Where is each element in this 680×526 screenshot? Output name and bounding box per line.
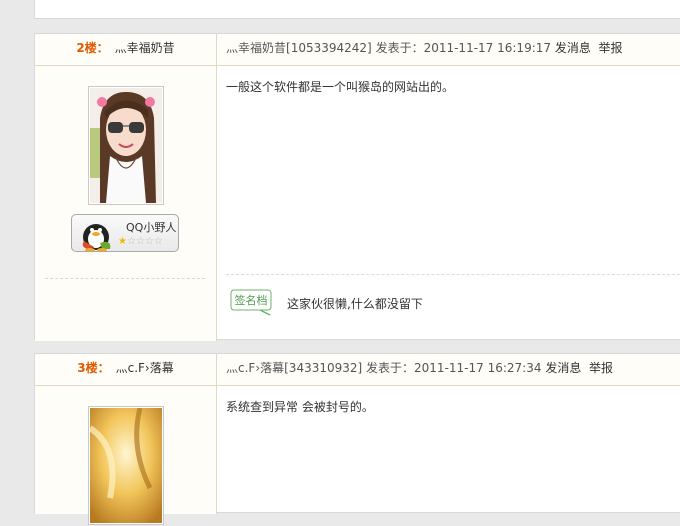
star-icon: ☆ xyxy=(153,236,163,247)
post-floor-2: 2楼： 灬幸福奶昔 灬幸福奶昔[1053394242] 发表于：2011-11-1… xyxy=(34,33,680,341)
post-time: 发表于：2011-11-17 16:27:34 xyxy=(366,361,542,375)
post-author-cell: 3楼： 灬c.F›落幕 xyxy=(35,354,217,385)
post-meta: 灬c.F›落幕[343310932] 发表于：2011-11-17 16:27:… xyxy=(226,354,613,383)
post-meta: 灬幸福奶昔[1053394242] 发表于：2011-11-17 16:19:1… xyxy=(226,34,623,63)
post-time: 发表于：2011-11-17 16:19:17 xyxy=(375,41,552,55)
star-icon: ☆ xyxy=(135,236,145,247)
avatar-image xyxy=(90,88,162,203)
signature-divider xyxy=(226,274,680,275)
post-content: 系统查到异常 会被封号的。 xyxy=(226,400,374,414)
post-content: 一般这个软件都是一个叫猴岛的网站出的。 xyxy=(226,80,455,94)
post-header: 2楼： 灬幸福奶昔 灬幸福奶昔[1053394242] 发表于：2011-11-1… xyxy=(35,34,680,66)
star-rating: ★☆☆☆☆ xyxy=(118,236,163,247)
meta-username[interactable]: 灬幸福奶昔 xyxy=(226,41,286,55)
author-name[interactable]: 灬幸福奶昔 xyxy=(115,41,175,55)
star-icon: ★ xyxy=(118,236,127,247)
report-link[interactable]: 举报 xyxy=(599,41,623,55)
post-floor-3: 3楼： 灬c.F›落幕 灬c.F›落幕[343310932] 发表于：2011-1… xyxy=(34,353,680,525)
star-icon: ☆ xyxy=(144,236,154,247)
qq-penguin-icon xyxy=(82,224,111,251)
post-body: QQ小野人 ★☆☆☆☆ 一般这个软件都是一个叫猴岛的网站出的。 签名档 这家伙很… xyxy=(35,66,680,341)
meta-username[interactable]: 灬c.F›落幕 xyxy=(226,361,284,375)
meta-user-id: [1053394242] xyxy=(286,41,372,55)
author-sidebar xyxy=(35,386,217,525)
send-message-link[interactable]: 发消息 xyxy=(545,361,581,375)
meta-user-id: [343310932] xyxy=(284,361,363,375)
star-icon: ☆ xyxy=(126,236,136,247)
sidebar-divider xyxy=(45,278,205,279)
qq-level-badge[interactable]: QQ小野人 ★☆☆☆☆ xyxy=(71,214,179,252)
report-link[interactable]: 举报 xyxy=(589,361,613,375)
signature-text: 这家伙很懒,什么都没留下 xyxy=(287,297,423,311)
qq-nickname: QQ小野人 xyxy=(126,221,177,234)
signature-badge-label: 签名档 xyxy=(235,293,268,307)
author-name[interactable]: 灬c.F›落幕 xyxy=(116,361,174,375)
signature-badge-icon: 签名档 xyxy=(230,289,272,316)
floor-number: 2楼： xyxy=(76,41,109,55)
post-header: 3楼： 灬c.F›落幕 灬c.F›落幕[343310932] 发表于：2011-1… xyxy=(35,354,680,386)
post-author-cell: 2楼： 灬幸福奶昔 xyxy=(35,34,217,65)
floor-number: 3楼： xyxy=(77,361,110,375)
post-body: 系统查到异常 会被封号的。 xyxy=(35,386,680,525)
avatar[interactable] xyxy=(88,406,164,525)
author-sidebar: QQ小野人 ★☆☆☆☆ xyxy=(35,66,217,341)
previous-post-bottom xyxy=(34,0,680,19)
send-message-link[interactable]: 发消息 xyxy=(555,41,591,55)
avatar-image xyxy=(88,407,162,523)
avatar[interactable] xyxy=(88,86,164,205)
